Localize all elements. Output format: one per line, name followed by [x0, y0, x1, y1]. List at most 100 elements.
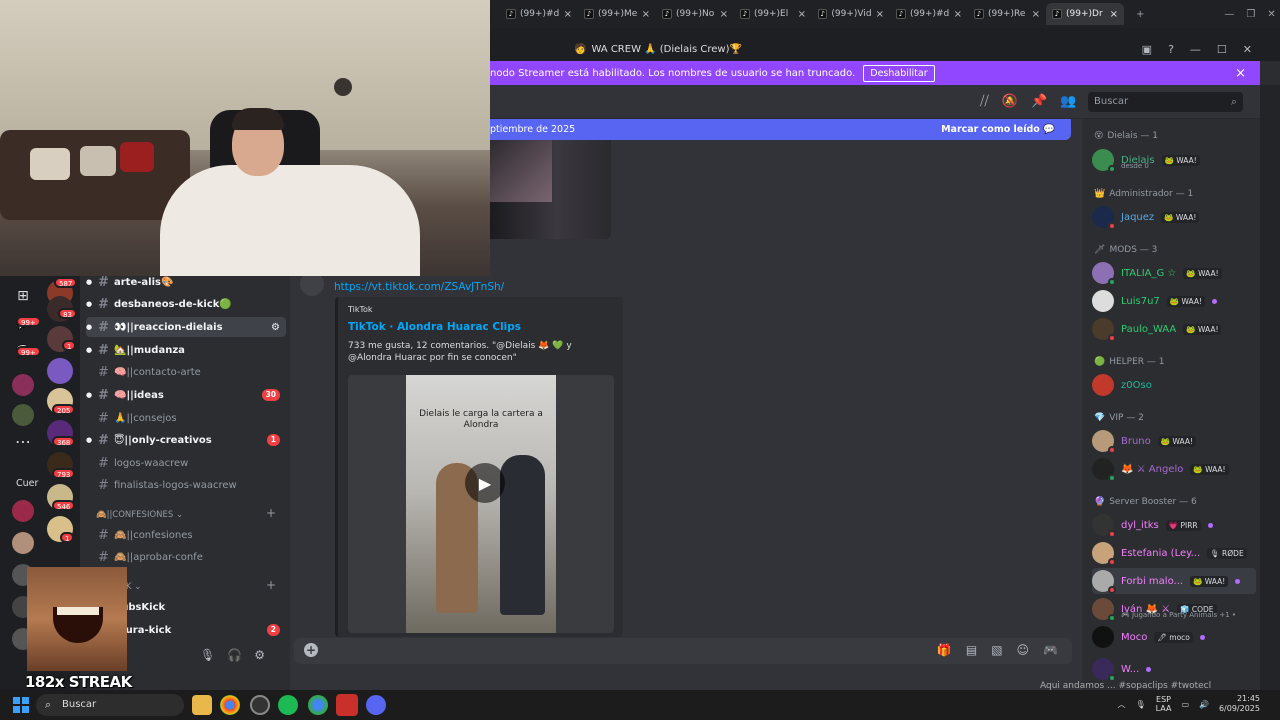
browser-tab-active[interactable]: ♪ (99+)Dr × — [1046, 3, 1124, 25]
add-channel-icon[interactable]: + — [266, 578, 276, 592]
server-icon[interactable] — [12, 374, 34, 396]
channel-item-active[interactable]: ● # 👀||reaccion-dielais ⚙ — [86, 317, 286, 337]
member-item[interactable]: z0Oso — [1092, 372, 1256, 398]
settings-icon[interactable]: ⚙ — [254, 648, 265, 662]
app-icon[interactable] — [250, 695, 270, 715]
minimize-icon[interactable]: — — [1190, 43, 1201, 56]
member-item[interactable]: W... — [1092, 656, 1256, 682]
member-item[interactable]: Dielais 🐸 WAA! desde 0 — [1092, 147, 1256, 173]
member-item[interactable]: Moco 🖊 moco — [1092, 624, 1256, 650]
close-icon[interactable]: ✕ — [1243, 43, 1252, 56]
inbox-icon[interactable]: ▣ — [1142, 43, 1152, 56]
close-icon[interactable]: × — [1032, 9, 1040, 20]
server-icon[interactable] — [12, 532, 34, 554]
language-indicator[interactable]: ESP LAA — [1156, 695, 1172, 713]
help-icon[interactable]: ? — [1168, 43, 1174, 56]
guild-icon[interactable] — [47, 358, 73, 384]
headphones-icon[interactable]: 🎧 — [227, 648, 242, 662]
emoji-icon[interactable]: ☺ — [1017, 643, 1030, 657]
channel-item[interactable]: # finalistas-logos-waacrew — [86, 475, 286, 495]
sticker-icon[interactable]: ▧ — [991, 643, 1002, 657]
maximize-icon[interactable]: ❐ — [1246, 9, 1255, 20]
server-icon[interactable] — [12, 500, 34, 522]
activities-icon[interactable]: 🎮 — [1043, 643, 1058, 657]
channel-item[interactable]: # logos-waacrew — [86, 453, 286, 473]
add-attachment-button[interactable]: + — [304, 643, 318, 657]
channel-item[interactable]: ● # 🧠||ideas 30 — [86, 385, 286, 405]
member-item[interactable]: 🦊 ⚔ Angelo 🐸 WAA! — [1092, 456, 1256, 482]
browser-tab[interactable]: ♪ (99+)Me × — [578, 3, 656, 25]
taskbar-search[interactable]: ⌕ Buscar — [36, 694, 184, 716]
browser-tab[interactable]: ♪ (99+)El × — [734, 3, 812, 25]
embed-title[interactable]: TikTok · Alondra Huarac Clips — [348, 321, 521, 333]
browser-tab[interactable]: ♪ (99+)#d × — [500, 3, 578, 25]
pin-icon[interactable]: 📌 — [1031, 94, 1047, 109]
gif-icon[interactable]: ▤ — [966, 643, 977, 657]
member-item[interactable]: Forbi malo... 🐸 WAA! — [1092, 568, 1256, 594]
image-attachment[interactable] — [490, 140, 611, 239]
add-server-icon[interactable]: ⊞ — [12, 288, 34, 310]
embed-video[interactable]: Dielais le carga la cartera a Alondra ▶ — [348, 375, 614, 633]
search-input[interactable]: Buscar ⌕ — [1088, 92, 1243, 112]
app-icon[interactable] — [336, 694, 358, 716]
play-icon[interactable]: ▶ — [465, 463, 505, 503]
close-icon[interactable]: × — [564, 9, 572, 20]
channel-settings-icon[interactable]: ⚙ — [271, 322, 280, 333]
mark-read-button[interactable]: Marcar como leído 💬 — [941, 124, 1055, 135]
channel-item[interactable]: # 🙈||confesiones — [86, 525, 286, 545]
spotify-icon[interactable] — [278, 695, 298, 715]
channel-item[interactable]: ● # 🏡||mudanza — [86, 340, 286, 360]
disable-streamer-button[interactable]: Deshabilitar — [863, 64, 935, 82]
channel-item[interactable]: # 🧠||contacto-arte — [86, 362, 286, 382]
category-header[interactable]: 🙈||CONFESIONES ⌄ — [96, 510, 183, 520]
maximize-icon[interactable]: ☐ — [1217, 43, 1227, 56]
close-icon[interactable]: × — [720, 9, 728, 20]
clock[interactable]: 21:45 6/09/2025 — [1219, 694, 1260, 714]
message-composer[interactable]: + 🎁 ▤ ▧ ☺ 🎮 — [294, 638, 1072, 664]
member-item[interactable]: dyl_itks 💗 PIRR — [1092, 512, 1256, 538]
close-icon[interactable]: × — [876, 9, 884, 20]
member-item[interactable]: Iván 🦊 ⚔ 🧊 CODE 🎮 Jugando a Party Animals … — [1092, 596, 1256, 622]
new-tab-button[interactable]: + — [1136, 9, 1144, 20]
channel-item[interactable]: # 🙏||consejos — [86, 408, 286, 428]
microphone-icon[interactable]: 🎙 — [200, 648, 215, 662]
browser-tab[interactable]: ♪ (99+)Re × — [968, 3, 1046, 25]
member-item[interactable]: ITALIA_G ☆ 🐸 WAA! — [1092, 260, 1256, 286]
mute-bell-icon[interactable]: 🔕 — [1002, 94, 1018, 109]
close-icon[interactable]: × — [1235, 66, 1246, 81]
browser-tab[interactable]: ♪ (99+)Vid × — [812, 3, 890, 25]
new-messages-bar[interactable]: ptiembre de 2025 Marcar como leído 💬 — [490, 119, 1071, 140]
chrome-icon[interactable] — [308, 695, 328, 715]
add-channel-icon[interactable]: + — [266, 506, 276, 520]
close-icon[interactable]: × — [954, 9, 962, 20]
more-icon[interactable]: ⋯ — [12, 432, 34, 454]
gift-icon[interactable]: 🎁 — [937, 643, 952, 657]
member-item[interactable]: Jaquez 🐸 WAA! — [1092, 204, 1256, 230]
channel-item[interactable]: # 🙈||aprobar-confe — [86, 547, 286, 567]
threads-icon[interactable]: ⧸⧸ — [980, 94, 989, 109]
close-icon[interactable]: × — [798, 9, 806, 20]
member-item[interactable]: Estefania (Ley... 🎙 RØDE — [1092, 540, 1256, 566]
file-explorer-icon[interactable] — [192, 695, 212, 715]
channel-item[interactable]: ● # 😇||only-creativos 1 — [86, 430, 286, 450]
windows-start-icon[interactable] — [13, 697, 29, 713]
microphone-icon[interactable]: 🎙 — [1135, 700, 1145, 709]
member-item[interactable]: Bruno 🐸 WAA! — [1092, 428, 1256, 454]
close-window-icon[interactable]: ✕ — [1267, 9, 1275, 20]
members-icon[interactable]: 👥 — [1060, 94, 1076, 109]
close-icon[interactable]: × — [1110, 9, 1118, 20]
minimize-icon[interactable]: — — [1224, 9, 1234, 20]
discord-icon[interactable] — [366, 695, 386, 715]
channel-item[interactable]: ● # desbaneos-de-kick🟢 — [86, 294, 286, 314]
network-icon[interactable]: ▭ — [1181, 700, 1189, 709]
browser-tab[interactable]: ♪ (99+)No × — [656, 3, 734, 25]
volume-icon[interactable]: 🔊 — [1199, 700, 1209, 709]
close-icon[interactable]: × — [642, 9, 650, 20]
chevron-up-icon[interactable]: ︿ — [1117, 699, 1125, 710]
server-icon[interactable] — [12, 404, 34, 426]
chrome-icon[interactable] — [220, 695, 240, 715]
message-link[interactable]: https://vt.tiktok.com/ZSAvJTnSh/ — [334, 281, 504, 293]
browser-tab[interactable]: ♪ (99+)#d × — [890, 3, 968, 25]
member-item[interactable]: Luis7u7 🐸 WAA! — [1092, 288, 1256, 314]
member-item[interactable]: Paulo_WAA 🐸 WAA! — [1092, 316, 1256, 342]
